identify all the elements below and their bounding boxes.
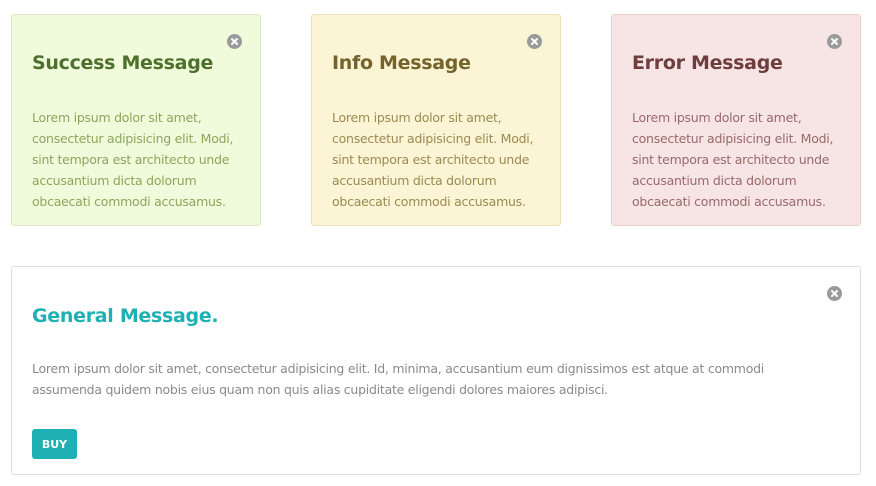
- general-message-card: General Message. Lorem ipsum dolor sit a…: [11, 266, 861, 475]
- info-message-title: Info Message: [332, 52, 471, 74]
- buy-button[interactable]: BUY: [32, 429, 77, 459]
- close-icon[interactable]: [827, 286, 842, 301]
- general-message-text: Lorem ipsum dolor sit amet, consectetur …: [32, 361, 764, 397]
- success-message-text: Lorem ipsum dolor sit amet, consectetur …: [32, 110, 234, 209]
- success-message-title: Success Message: [32, 52, 214, 74]
- success-message-card: Success Message Lorem ipsum dolor sit am…: [11, 14, 261, 226]
- close-icon[interactable]: [827, 34, 842, 49]
- error-message-card: Error Message Lorem ipsum dolor sit amet…: [611, 14, 861, 226]
- general-message-title: General Message.: [32, 305, 219, 327]
- error-message-text: Lorem ipsum dolor sit amet, consectetur …: [632, 110, 834, 209]
- error-message-title: Error Message: [632, 52, 783, 74]
- info-message-text: Lorem ipsum dolor sit amet, consectetur …: [332, 110, 534, 209]
- close-icon[interactable]: [527, 34, 542, 49]
- info-message-card: Info Message Lorem ipsum dolor sit amet,…: [311, 14, 561, 226]
- close-icon[interactable]: [227, 34, 242, 49]
